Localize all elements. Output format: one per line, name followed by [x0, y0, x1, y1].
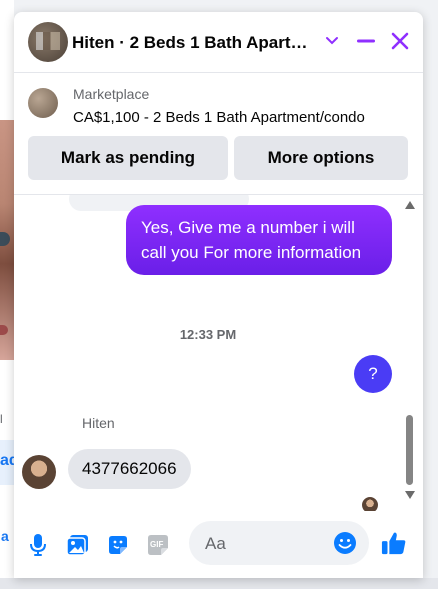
scrollbar[interactable]: [402, 195, 416, 511]
chat-title[interactable]: Hiten · 2 Beds 1 Bath Apart…: [72, 33, 322, 53]
sticker-icon[interactable]: [105, 532, 131, 558]
outgoing-message[interactable]: ?: [354, 355, 392, 393]
svg-text:GIF: GIF: [150, 540, 163, 549]
more-options-button[interactable]: More options: [234, 136, 408, 180]
message-list[interactable]: Yes, Give me a number i will call you Fo…: [14, 195, 423, 511]
minimize-icon[interactable]: [353, 28, 379, 54]
microphone-icon[interactable]: [25, 532, 51, 558]
background-text-fragment: l: [0, 412, 3, 426]
message-input-container[interactable]: [189, 521, 369, 565]
sender-avatar[interactable]: [22, 455, 56, 489]
background-link-fragment[interactable]: a: [1, 528, 9, 544]
marketplace-listing: Marketplace CA$1,100 - 2 Beds 1 Bath Apa…: [14, 72, 423, 195]
close-icon[interactable]: [387, 28, 413, 54]
background-page-right: [423, 0, 438, 589]
background-page-bottom: [0, 578, 438, 589]
outgoing-message[interactable]: Yes, Give me a number i will call you Fo…: [126, 205, 392, 275]
listing-thumbnail[interactable]: [28, 88, 58, 118]
chat-window: Hiten · 2 Beds 1 Bath Apart… Marketplace…: [14, 12, 423, 578]
scroll-up-arrow[interactable]: [405, 201, 415, 209]
mark-as-pending-button[interactable]: Mark as pending: [28, 136, 228, 180]
message-input[interactable]: [203, 531, 327, 557]
message-timestamp: 12:33 PM: [179, 327, 237, 342]
emoji-icon[interactable]: [333, 531, 357, 555]
chevron-down-icon[interactable]: [319, 28, 345, 54]
scroll-thumb[interactable]: [406, 415, 413, 485]
thumbs-up-icon[interactable]: [381, 530, 407, 556]
background-link-fragment[interactable]: ad: [0, 452, 14, 470]
photo-icon[interactable]: [65, 532, 91, 558]
gif-icon[interactable]: GIF: [145, 532, 171, 558]
listing-title[interactable]: CA$1,100 - 2 Beds 1 Bath Apartment/condo: [73, 109, 365, 126]
chat-header[interactable]: Hiten · 2 Beds 1 Bath Apart…: [14, 12, 423, 73]
listing-avatar[interactable]: [28, 22, 68, 62]
sender-name: Hiten: [82, 415, 115, 431]
incoming-message[interactable]: 4377662066: [68, 449, 191, 489]
marketplace-label: Marketplace: [73, 86, 150, 102]
seen-indicator-avatar: [362, 497, 378, 511]
scroll-down-arrow[interactable]: [405, 491, 415, 499]
composer-bar: GIF: [14, 511, 423, 578]
